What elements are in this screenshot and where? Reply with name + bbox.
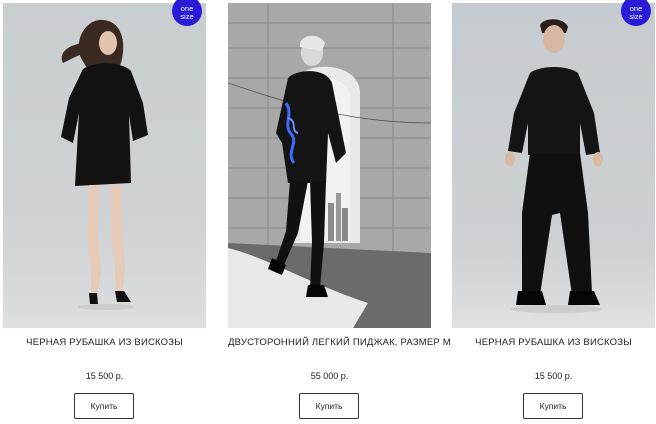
product-card: one size ЧЕРНАЯ РУБАШКА ИЗ ВИСКОЗЫ 15 50… [452, 0, 655, 424]
product-title[interactable]: ЧЕРНАЯ РУБАШКА ИЗ ВИСКОЗЫ [3, 337, 206, 348]
badge-line-2: size [629, 12, 643, 21]
product-price: 15 500 р. [85, 371, 124, 381]
buy-button[interactable]: Купить [299, 393, 359, 419]
badge-line-2: size [180, 12, 194, 21]
product-price: 15 500 р. [534, 371, 573, 381]
product-photo-man-jacket-rooftop [228, 3, 431, 328]
product-title[interactable]: ЧЕРНАЯ РУБАШКА ИЗ ВИСКОЗЫ [452, 337, 655, 348]
product-image-link[interactable] [452, 3, 655, 328]
product-photo-man-black-shirt [452, 3, 655, 328]
buy-button[interactable]: Купить [523, 393, 583, 419]
product-title[interactable]: ДВУСТОРОННИЙ ЛЕГКИЙ ПИДЖАК, РАЗМЕР М [228, 337, 451, 348]
product-price: 55 000 р. [310, 371, 349, 381]
product-card: ДВУСТОРОННИЙ ЛЕГКИЙ ПИДЖАК, РАЗМЕР М 55 … [228, 0, 451, 424]
buy-button[interactable]: Купить [74, 393, 134, 419]
product-photo-woman-black-shirt [3, 3, 206, 328]
product-grid: one size ЧЕРНАЯ РУБАШКА ИЗ ВИСКОЗЫ 15 50… [0, 0, 656, 424]
product-image-link[interactable] [228, 3, 431, 328]
product-card: one size ЧЕРНАЯ РУБАШКА ИЗ ВИСКОЗЫ 15 50… [3, 0, 206, 424]
product-image-link[interactable] [3, 3, 206, 328]
